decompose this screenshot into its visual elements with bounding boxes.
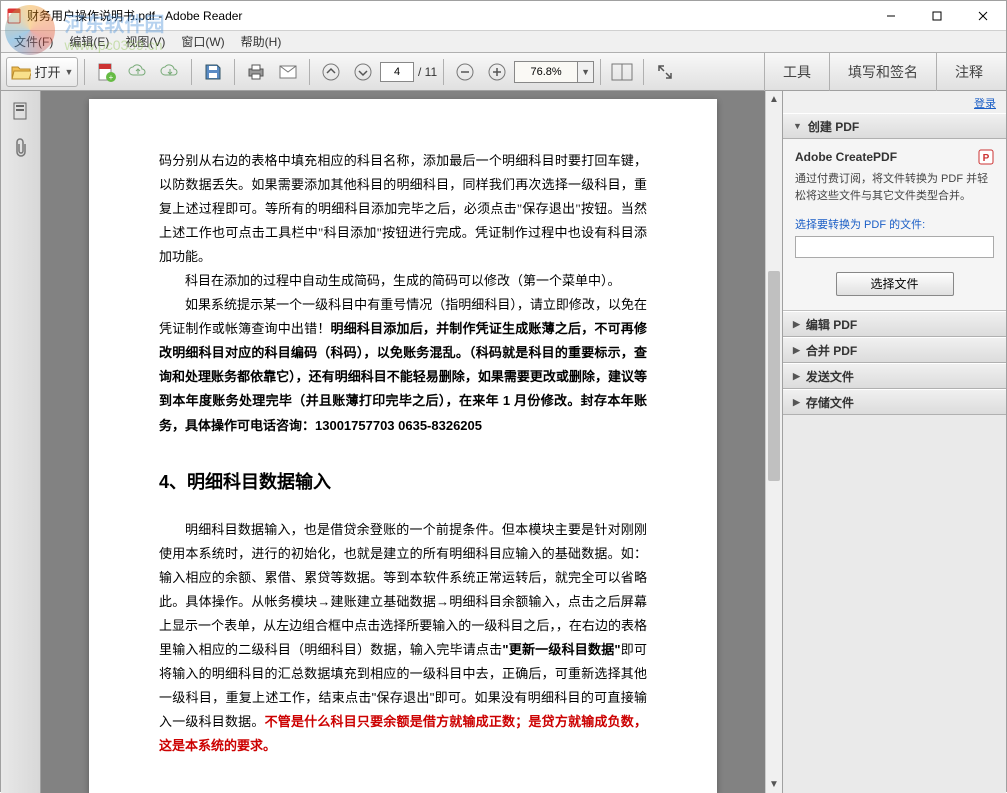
right-panel: 登录 ▼ 创建 PDF Adobe CreatePDF P 通过付费订阅，将文件… — [782, 91, 1006, 793]
triangle-right-icon: ▶ — [793, 345, 800, 356]
pdf-file-icon — [6, 8, 22, 24]
accordion-store-file-header[interactable]: ▶存储文件 — [783, 389, 1006, 415]
print-button[interactable] — [241, 57, 271, 87]
doc-p4: 明细科目数据输入，也是借贷余登账的一个前提条件。但本模块主要是针对刚刚使用本系统… — [159, 518, 647, 758]
select-file-label: 选择要转换为 PDF 的文件: — [795, 216, 994, 232]
left-navigation-rail — [1, 91, 41, 793]
save-button[interactable] — [198, 57, 228, 87]
document-viewport[interactable]: 码分别从右边的表格中填充相应的科目名称，添加最后一个明细科目时要打回车键，以防数… — [41, 91, 765, 793]
folder-icon — [11, 64, 31, 80]
read-mode-button[interactable] — [650, 57, 680, 87]
doc-p1: 码分别从右边的表格中填充相应的科目名称，添加最后一个明细科目时要打回车键，以防数… — [159, 149, 647, 269]
window-title: 财务用户操作说明书.pdf - Adobe Reader — [27, 7, 242, 24]
page-up-button[interactable] — [316, 57, 346, 87]
zoom-value[interactable]: 76.8% — [514, 61, 578, 83]
menu-view[interactable]: 视图(V) — [117, 31, 173, 52]
titlebar: 财务用户操作说明书.pdf - Adobe Reader — [1, 1, 1006, 31]
tab-tools[interactable]: 工具 — [764, 53, 829, 91]
toolbar: 打开 ▼ + / 11 76.8% ▼ 工具 填写和签名 注释 — [1, 53, 1006, 91]
vertical-scrollbar[interactable]: ▲ ▼ — [765, 91, 782, 793]
current-page-input[interactable] — [380, 62, 414, 82]
total-pages-label: / 11 — [418, 65, 437, 79]
scroll-up-arrow-icon[interactable]: ▲ — [766, 91, 782, 108]
create-pdf-description: 通过付费订阅，将文件转换为 PDF 并轻松将这些文件与其它文件类型合并。 — [795, 171, 994, 204]
triangle-right-icon: ▶ — [793, 319, 800, 330]
login-link[interactable]: 登录 — [783, 91, 1006, 113]
chevron-down-icon: ▼ — [65, 67, 74, 77]
menu-file[interactable]: 文件(F) — [6, 31, 61, 52]
attachments-icon[interactable] — [10, 137, 32, 159]
fit-page-button[interactable] — [607, 57, 637, 87]
accordion-merge-pdf-header[interactable]: ▶合并 PDF — [783, 337, 1006, 363]
tab-comment[interactable]: 注释 — [936, 53, 1001, 91]
email-button[interactable] — [273, 57, 303, 87]
createpdf-logo-icon: P — [978, 149, 994, 165]
triangle-right-icon: ▶ — [793, 397, 800, 408]
menu-edit[interactable]: 编辑(E) — [61, 31, 117, 52]
menu-window[interactable]: 窗口(W) — [173, 31, 232, 52]
accordion-create-pdf-body: Adobe CreatePDF P 通过付费订阅，将文件转换为 PDF 并轻松将… — [783, 139, 1006, 311]
create-pdf-button[interactable]: + — [91, 57, 121, 87]
scroll-down-arrow-icon[interactable]: ▼ — [766, 776, 782, 793]
doc-heading-4: 4、明细科目数据输入 — [159, 468, 647, 494]
accordion-edit-pdf-header[interactable]: ▶编辑 PDF — [783, 311, 1006, 337]
accordion-create-pdf-title: 创建 PDF — [808, 118, 859, 135]
convert-file-input[interactable] — [795, 236, 994, 258]
page-down-button[interactable] — [348, 57, 378, 87]
thumbnails-icon[interactable] — [10, 101, 32, 123]
cloud-down-button[interactable] — [155, 57, 185, 87]
close-button[interactable] — [960, 1, 1006, 31]
svg-text:P: P — [983, 153, 990, 164]
minimize-button[interactable] — [868, 1, 914, 31]
open-button-label: 打开 — [35, 62, 61, 81]
zoom-out-button[interactable] — [450, 57, 480, 87]
create-pdf-subtitle: Adobe CreatePDF — [795, 150, 897, 164]
accordion-send-file-header[interactable]: ▶发送文件 — [783, 363, 1006, 389]
zoom-dropdown-caret[interactable]: ▼ — [578, 61, 594, 83]
pdf-page: 码分别从右边的表格中填充相应的科目名称，添加最后一个明细科目时要打回车键，以防数… — [89, 99, 717, 793]
doc-p3: 如果系统提示某一个一级科目中有重号情况（指明细科目），请立即修改，以免在凭证制作… — [159, 293, 647, 437]
scrollbar-thumb[interactable] — [768, 271, 780, 481]
maximize-button[interactable] — [914, 1, 960, 31]
menu-help[interactable]: 帮助(H) — [233, 31, 290, 52]
tab-fill-sign[interactable]: 填写和签名 — [829, 53, 936, 91]
select-file-button[interactable]: 选择文件 — [836, 272, 954, 296]
open-button[interactable]: 打开 ▼ — [6, 57, 78, 87]
zoom-in-button[interactable] — [482, 57, 512, 87]
menubar: 文件(F) 编辑(E) 视图(V) 窗口(W) 帮助(H) — [1, 31, 1006, 53]
triangle-down-icon: ▼ — [793, 121, 802, 131]
triangle-right-icon: ▶ — [793, 371, 800, 382]
svg-text:+: + — [109, 73, 114, 82]
cloud-up-button[interactable] — [123, 57, 153, 87]
doc-p2: 科目在添加的过程中自动生成简码，生成的简码可以修改（第一个菜单中）。 — [159, 269, 647, 293]
accordion-create-pdf-header[interactable]: ▼ 创建 PDF — [783, 113, 1006, 139]
